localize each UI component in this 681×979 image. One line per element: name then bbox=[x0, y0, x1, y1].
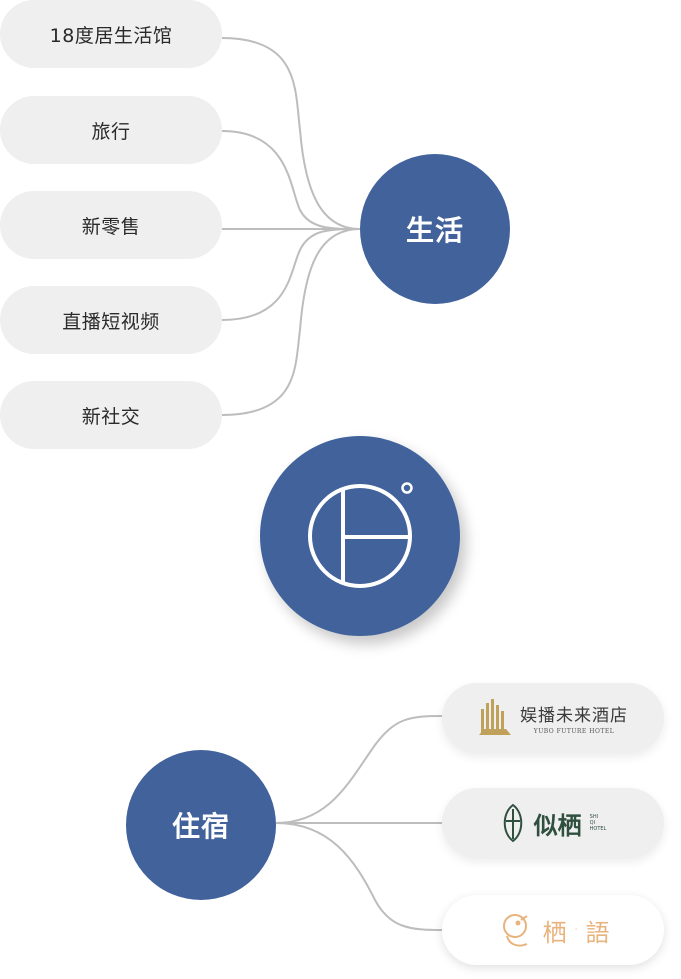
qiyu-name-part1: 栖 bbox=[542, 918, 567, 947]
life-item-live-video[interactable]: 直播短视频 bbox=[0, 286, 222, 354]
life-hub[interactable]: 生活 bbox=[360, 154, 510, 304]
life-item-label: 直播短视频 bbox=[62, 310, 160, 333]
shiqi-hotel-subtitle: SHI QI HOTEL bbox=[589, 814, 607, 832]
yubo-hotel-logo-icon bbox=[479, 699, 511, 735]
brand-qiyu[interactable]: 栖 · 語 bbox=[442, 895, 664, 965]
brand-shiqi-hotel[interactable]: 似栖 SHI QI HOTEL bbox=[442, 788, 664, 858]
life-item-travel[interactable]: 旅行 bbox=[0, 96, 222, 164]
life-item-new-retail[interactable]: 新零售 bbox=[0, 191, 222, 259]
shiqi-hotel-name: 似栖 bbox=[533, 811, 582, 840]
life-item-social[interactable]: 新社交 bbox=[0, 381, 222, 449]
life-item-home[interactable]: 18度居生活馆 bbox=[0, 0, 222, 68]
connector-life-2 bbox=[221, 130, 361, 230]
life-item-label: 18度居生活馆 bbox=[49, 24, 173, 47]
connector-life-5 bbox=[221, 228, 361, 416]
connector-stay-1 bbox=[275, 715, 443, 824]
qiyu-name-part2: 語 bbox=[585, 918, 610, 947]
life-item-label: 新社交 bbox=[81, 405, 141, 428]
brand-logo-icon bbox=[308, 482, 413, 588]
stay-hub-label: 住宿 bbox=[171, 810, 230, 843]
center-logo bbox=[260, 436, 460, 636]
stay-hub[interactable]: 住宿 bbox=[126, 750, 276, 900]
yubo-hotel-name: 娱播未来酒店 bbox=[520, 706, 628, 726]
life-hub-label: 生活 bbox=[405, 214, 464, 247]
connector-stay-3 bbox=[275, 822, 443, 931]
life-item-label: 新零售 bbox=[81, 215, 141, 238]
shiqi-leaf-logo-icon bbox=[503, 803, 522, 843]
connector-life-4 bbox=[221, 228, 361, 321]
life-item-label: 旅行 bbox=[91, 120, 131, 143]
yubo-hotel-subtitle: YUBO FUTURE HOTEL bbox=[533, 728, 615, 735]
brand-yubo-future-hotel[interactable]: 娱播未来酒店 YUBO FUTURE HOTEL bbox=[442, 683, 664, 753]
qiyu-bird-logo-icon bbox=[502, 914, 528, 947]
qiyu-separator: · bbox=[574, 925, 578, 935]
